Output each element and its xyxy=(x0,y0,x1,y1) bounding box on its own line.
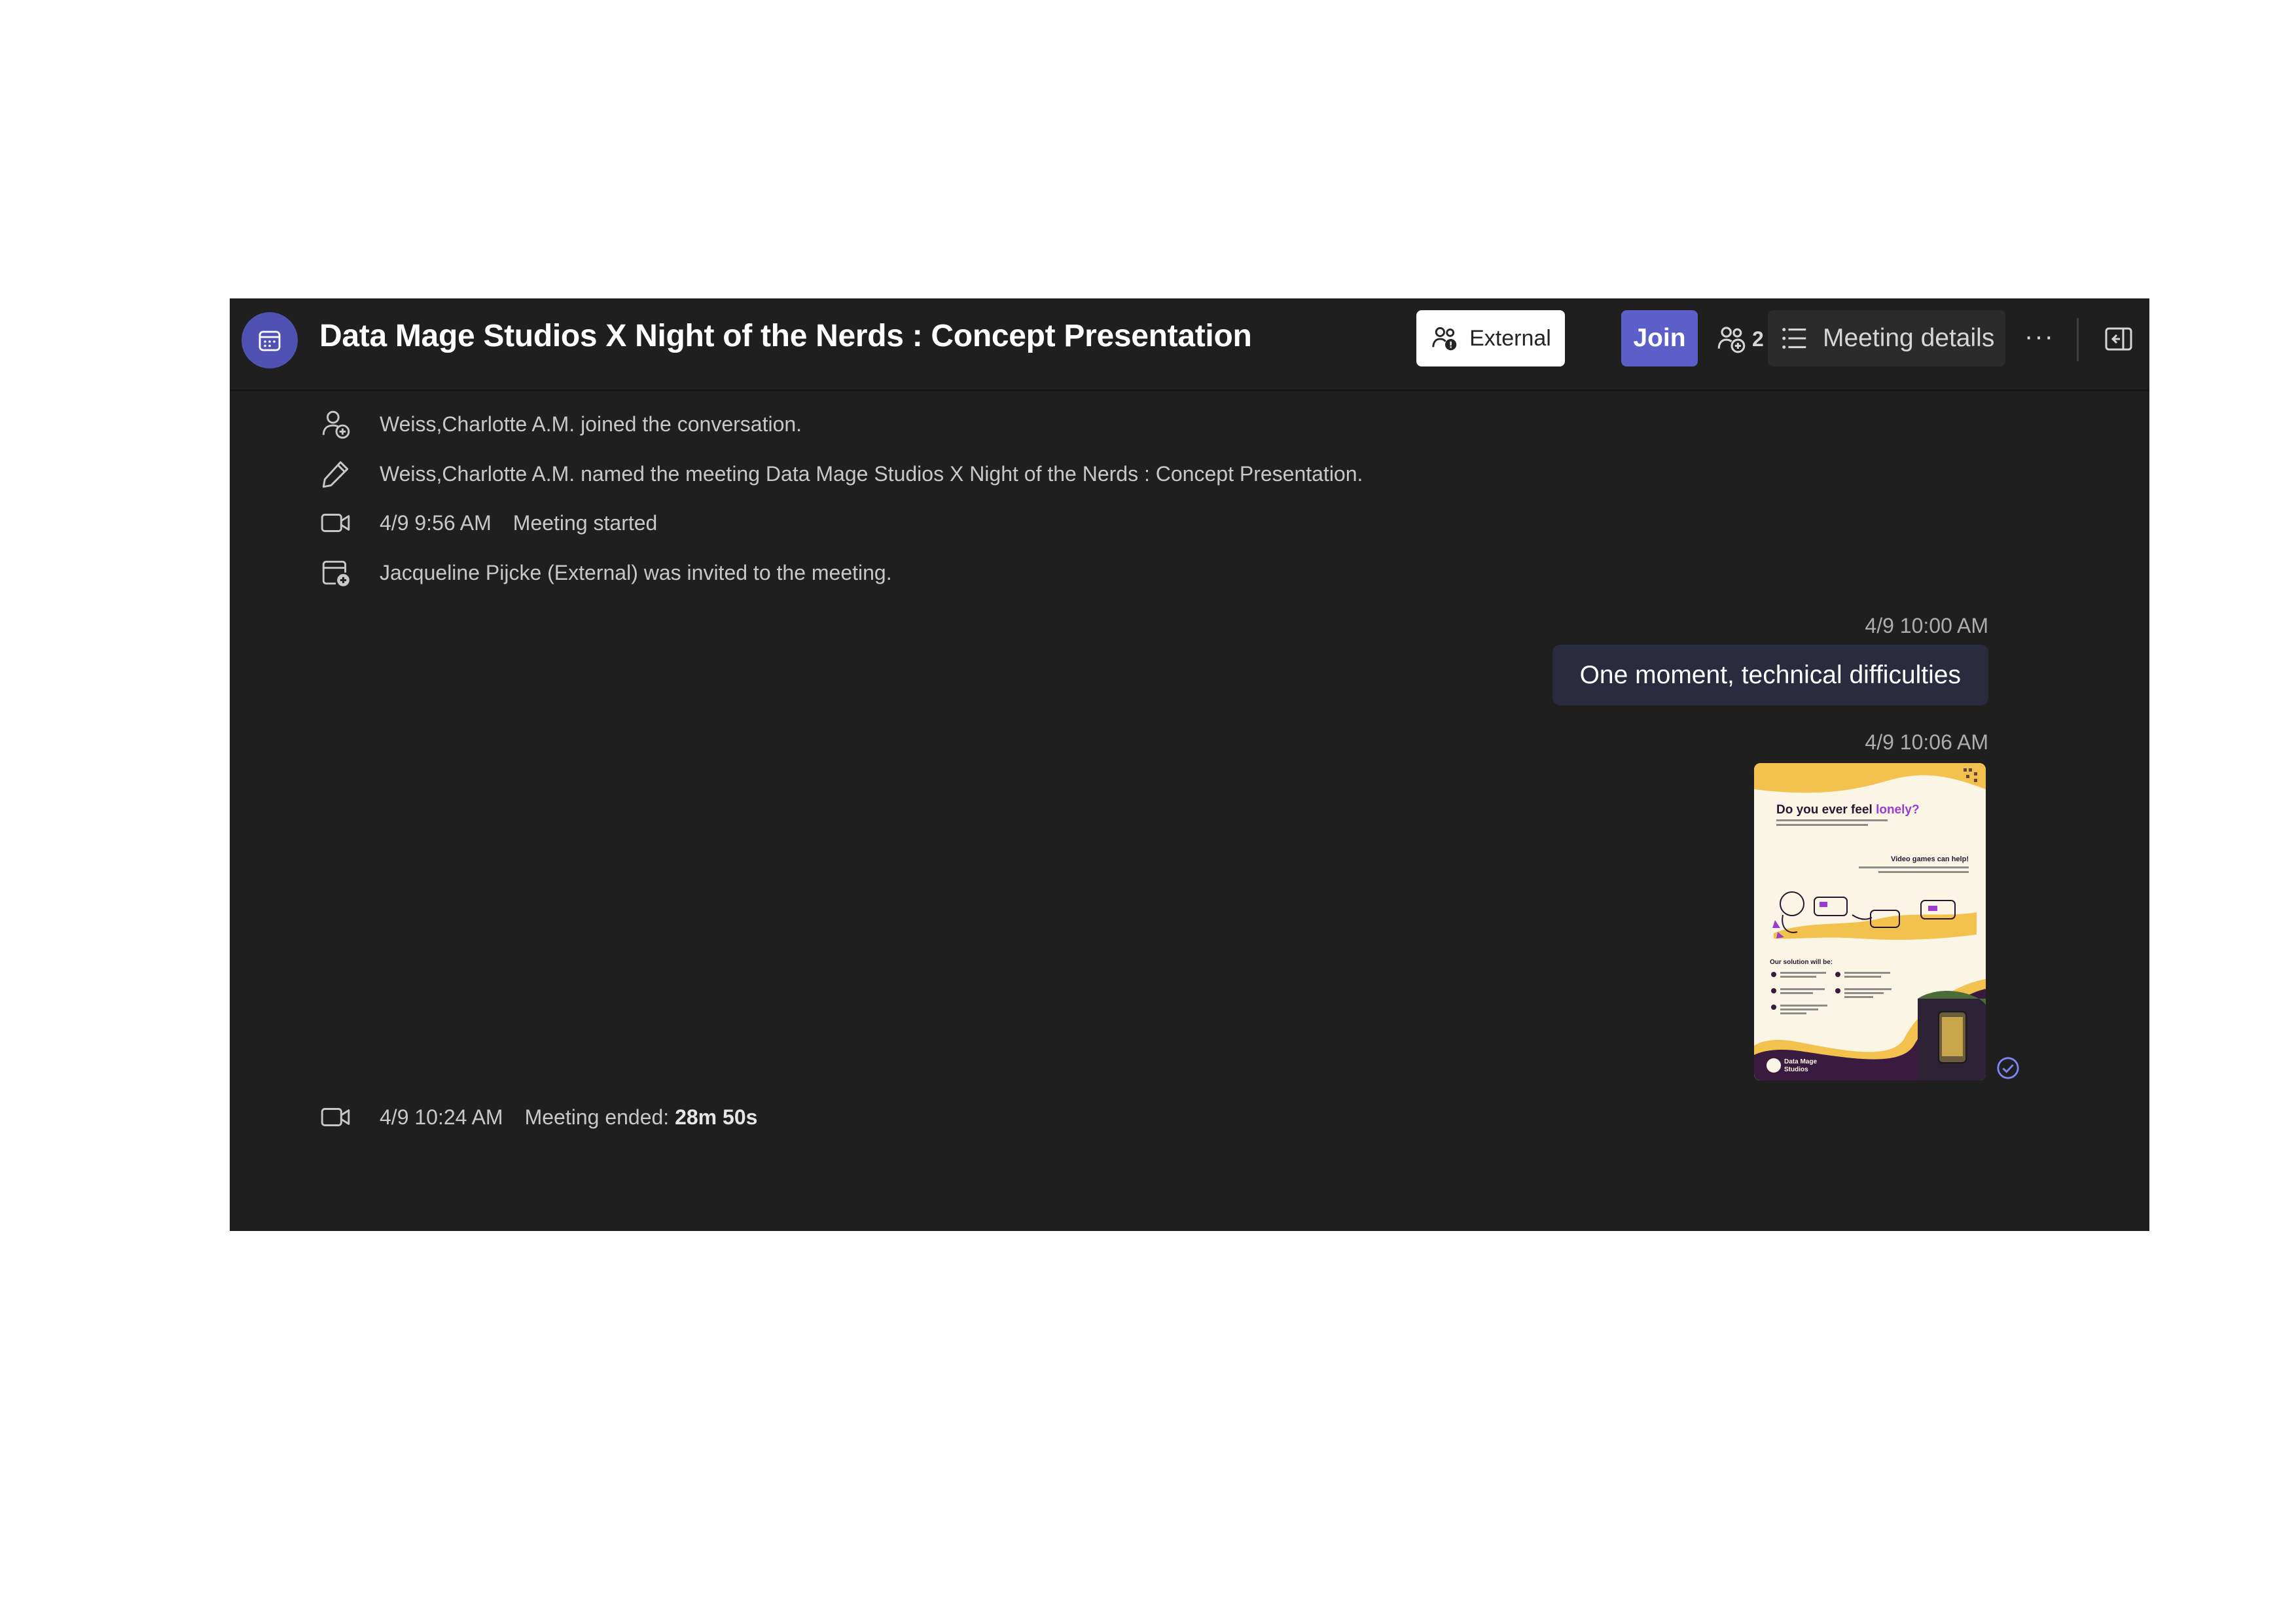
pencil-icon xyxy=(319,457,352,490)
poster-subheadline: Video games can help! xyxy=(1891,855,1969,863)
more-options-button[interactable]: ··· xyxy=(2020,317,2059,356)
event-text: Jacqueline Pijcke (External) was invited… xyxy=(380,560,892,584)
event-joined: Weiss,Charlotte A.M. joined the conversa… xyxy=(319,404,802,444)
external-label: External xyxy=(1469,325,1551,351)
event-text: Meeting ended: 28m 50s xyxy=(525,1105,758,1130)
poster-headline-b: lonely? xyxy=(1876,803,1920,817)
meeting-title: Data Mage Studios X Night of the Nerds :… xyxy=(319,319,1252,353)
meeting-avatar[interactable] xyxy=(242,312,298,368)
poster-image[interactable]: Do you ever feel lonely? Video games can… xyxy=(1754,763,1986,1080)
event-invited: Jacqueline Pijcke (External) was invited… xyxy=(319,553,892,592)
poster-brand-a: Data Mage xyxy=(1784,1058,1817,1065)
message-time: 4/9 10:00 AM xyxy=(1865,614,1988,637)
event-text: Weiss,Charlotte A.M. joined the conversa… xyxy=(380,412,802,436)
chat-window: Data Mage Studios X Night of the Nerds :… xyxy=(230,298,2149,1231)
event-time: 4/9 10:24 AM xyxy=(380,1105,503,1129)
video-camera-icon xyxy=(319,507,352,539)
people-add-icon xyxy=(1717,327,1746,353)
open-side-panel-button[interactable] xyxy=(2100,321,2137,357)
poster-brand-b: Studios xyxy=(1784,1066,1808,1073)
external-button[interactable]: External xyxy=(1416,310,1565,366)
message-bubble[interactable]: One moment, technical difficulties xyxy=(1552,645,1988,705)
event-text: Weiss,Charlotte A.M. named the meeting D… xyxy=(380,461,1363,486)
read-receipt-icon xyxy=(1996,1056,2020,1080)
event-meeting-ended: 4/9 10:24 AM Meeting ended: 28m 50s xyxy=(319,1097,757,1137)
message-time: 4/9 10:06 AM xyxy=(1865,730,1988,754)
participants-button[interactable]: 2 xyxy=(1715,314,1764,364)
event-text: Meeting started xyxy=(512,510,658,535)
calendar-add-icon xyxy=(319,556,352,589)
event-renamed: Weiss,Charlotte A.M. named the meeting D… xyxy=(319,454,1363,493)
event-meeting-started: 4/9 9:56 AM Meeting started xyxy=(319,503,657,543)
more-icon: ··· xyxy=(2024,321,2054,351)
external-people-icon xyxy=(1432,327,1457,351)
person-add-icon xyxy=(319,408,352,440)
event-time: 4/9 9:56 AM xyxy=(380,510,492,535)
meeting-duration: 28m 50s xyxy=(675,1105,758,1129)
video-camera-icon xyxy=(319,1101,352,1133)
meeting-details-button[interactable]: Meeting details xyxy=(1768,310,2005,366)
header-divider xyxy=(2077,318,2079,361)
meeting-details-label: Meeting details xyxy=(1823,324,1995,352)
list-icon xyxy=(1782,328,1806,349)
ended-label: Meeting ended: xyxy=(524,1105,675,1129)
chat-header: Data Mage Studios X Night of the Nerds :… xyxy=(230,298,2149,391)
join-button[interactable]: Join xyxy=(1621,310,1698,366)
poster-headline-a: Do you ever feel xyxy=(1776,803,1876,817)
poster-solution-heading: Our solution will be: xyxy=(1770,959,1833,966)
side-panel-icon xyxy=(2105,327,2132,351)
participant-count: 2 xyxy=(1752,327,1764,351)
calendar-icon xyxy=(259,330,281,351)
poster-headline: Do you ever feel lonely? xyxy=(1776,803,1920,817)
